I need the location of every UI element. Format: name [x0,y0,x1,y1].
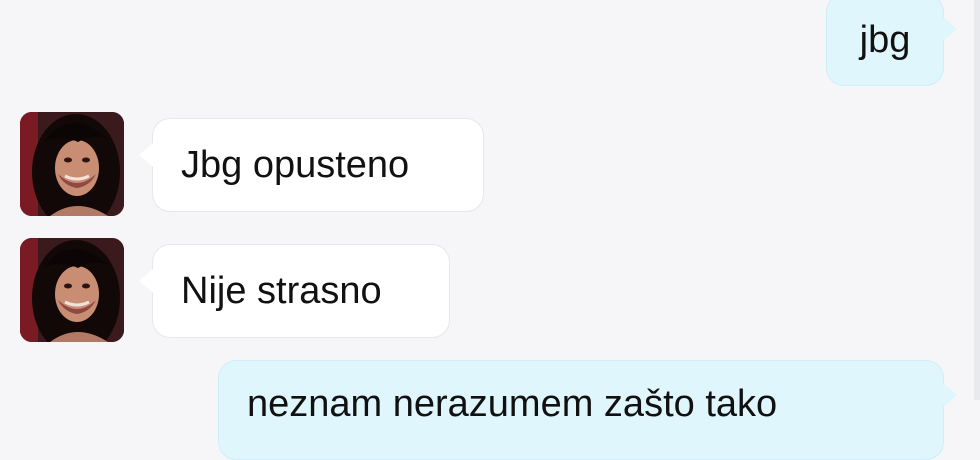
contact-avatar-icon[interactable] [20,238,124,342]
message-text: Nije strasno [181,269,382,312]
message-text: Jbg opusteno [181,143,410,186]
message-text: jbg [859,18,911,61]
message-bubble-incoming[interactable]: Jbg opusteno [139,118,484,212]
message-bubble-outgoing[interactable]: jbg [826,0,957,86]
scrollbar-track[interactable] [974,0,980,400]
chat-thread: jbg Jbg opusteno Nije strasno neznam ner… [0,0,980,460]
message-text: neznam nerazumem zašto tako [247,383,778,425]
message-bubble-incoming[interactable]: Nije strasno [139,244,450,338]
message-bubble-outgoing[interactable]: neznam nerazumem zašto tako [218,360,957,460]
contact-avatar-icon[interactable] [20,112,124,216]
